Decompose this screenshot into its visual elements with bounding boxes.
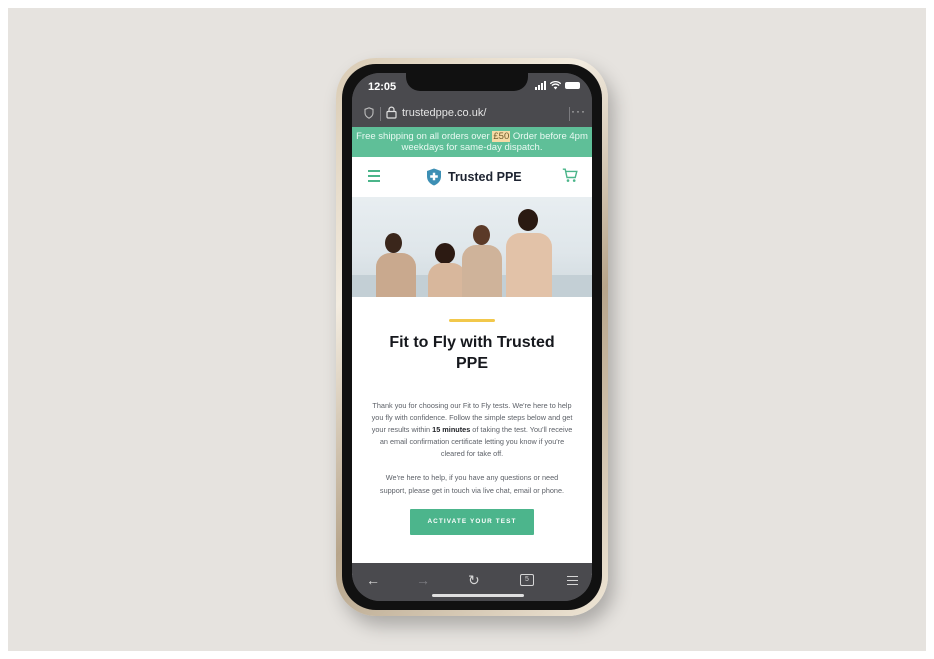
home-indicator[interactable] bbox=[432, 594, 524, 597]
hero-person bbox=[504, 209, 554, 297]
help-paragraph: We're here to help, if you have any ques… bbox=[379, 473, 565, 495]
hero-image bbox=[352, 197, 592, 297]
site-header: Trusted PPE bbox=[352, 157, 592, 197]
url-divider-right bbox=[569, 107, 570, 121]
hero-person bbox=[462, 225, 502, 297]
browser-url-bar[interactable]: trustedppe.co.uk/ ··· bbox=[352, 99, 592, 127]
web-page: Free shipping on all orders over £50 Ord… bbox=[352, 127, 592, 575]
phone-screen: 12:05 trustedppe.co.uk/ ··· Free shippin… bbox=[352, 73, 592, 601]
cart-icon[interactable] bbox=[562, 168, 578, 183]
tracking-shield-icon[interactable] bbox=[364, 107, 374, 119]
hamburger-menu-icon[interactable] bbox=[368, 170, 380, 182]
phone-notch bbox=[406, 73, 528, 91]
title-accent-line bbox=[449, 319, 495, 322]
site-logo[interactable]: Trusted PPE bbox=[426, 168, 522, 186]
reload-icon[interactable]: ↻ bbox=[468, 572, 480, 589]
intro-bold: 15 minutes bbox=[432, 425, 471, 435]
browser-toolbar: ← → ↻ 5 bbox=[352, 563, 592, 601]
promo-text: Free shipping on all orders over bbox=[356, 131, 493, 142]
tabs-count-button[interactable]: 5 bbox=[520, 574, 534, 586]
forward-icon[interactable]: → bbox=[416, 572, 430, 588]
url-divider bbox=[380, 107, 381, 121]
phone-frame: 12:05 trustedppe.co.uk/ ··· Free shippin… bbox=[336, 58, 608, 616]
shield-logo-icon bbox=[427, 168, 441, 186]
status-icons bbox=[535, 81, 580, 90]
lock-icon[interactable] bbox=[386, 106, 397, 119]
back-icon[interactable]: ← bbox=[366, 572, 380, 588]
more-options-icon[interactable]: ··· bbox=[571, 104, 586, 118]
main-content: Fit to Fly with Trusted PPE Thank you fo… bbox=[352, 319, 592, 535]
hero-person bbox=[376, 233, 416, 297]
signal-icon bbox=[535, 81, 546, 90]
browser-menu-icon[interactable] bbox=[567, 576, 578, 588]
status-time: 12:05 bbox=[368, 81, 397, 93]
page-title: Fit to Fly with Trusted PPE bbox=[389, 334, 555, 372]
status-bar: 12:05 bbox=[352, 73, 592, 99]
hero-person bbox=[428, 243, 466, 297]
intro-paragraph: Thank you for choosing our Fit to Fly te… bbox=[370, 400, 574, 460]
url-text[interactable]: trustedppe.co.uk/ bbox=[402, 107, 486, 119]
phone-bezel: 12:05 trustedppe.co.uk/ ··· Free shippin… bbox=[342, 64, 602, 610]
brand-name: Trusted PPE bbox=[448, 170, 522, 184]
promo-highlight: £50 bbox=[492, 131, 511, 142]
promo-banner: Free shipping on all orders over £50 Ord… bbox=[352, 127, 592, 157]
wifi-icon bbox=[550, 81, 561, 90]
activate-test-button[interactable]: ACTIVATE YOUR TEST bbox=[410, 508, 534, 535]
battery-icon bbox=[565, 82, 580, 89]
